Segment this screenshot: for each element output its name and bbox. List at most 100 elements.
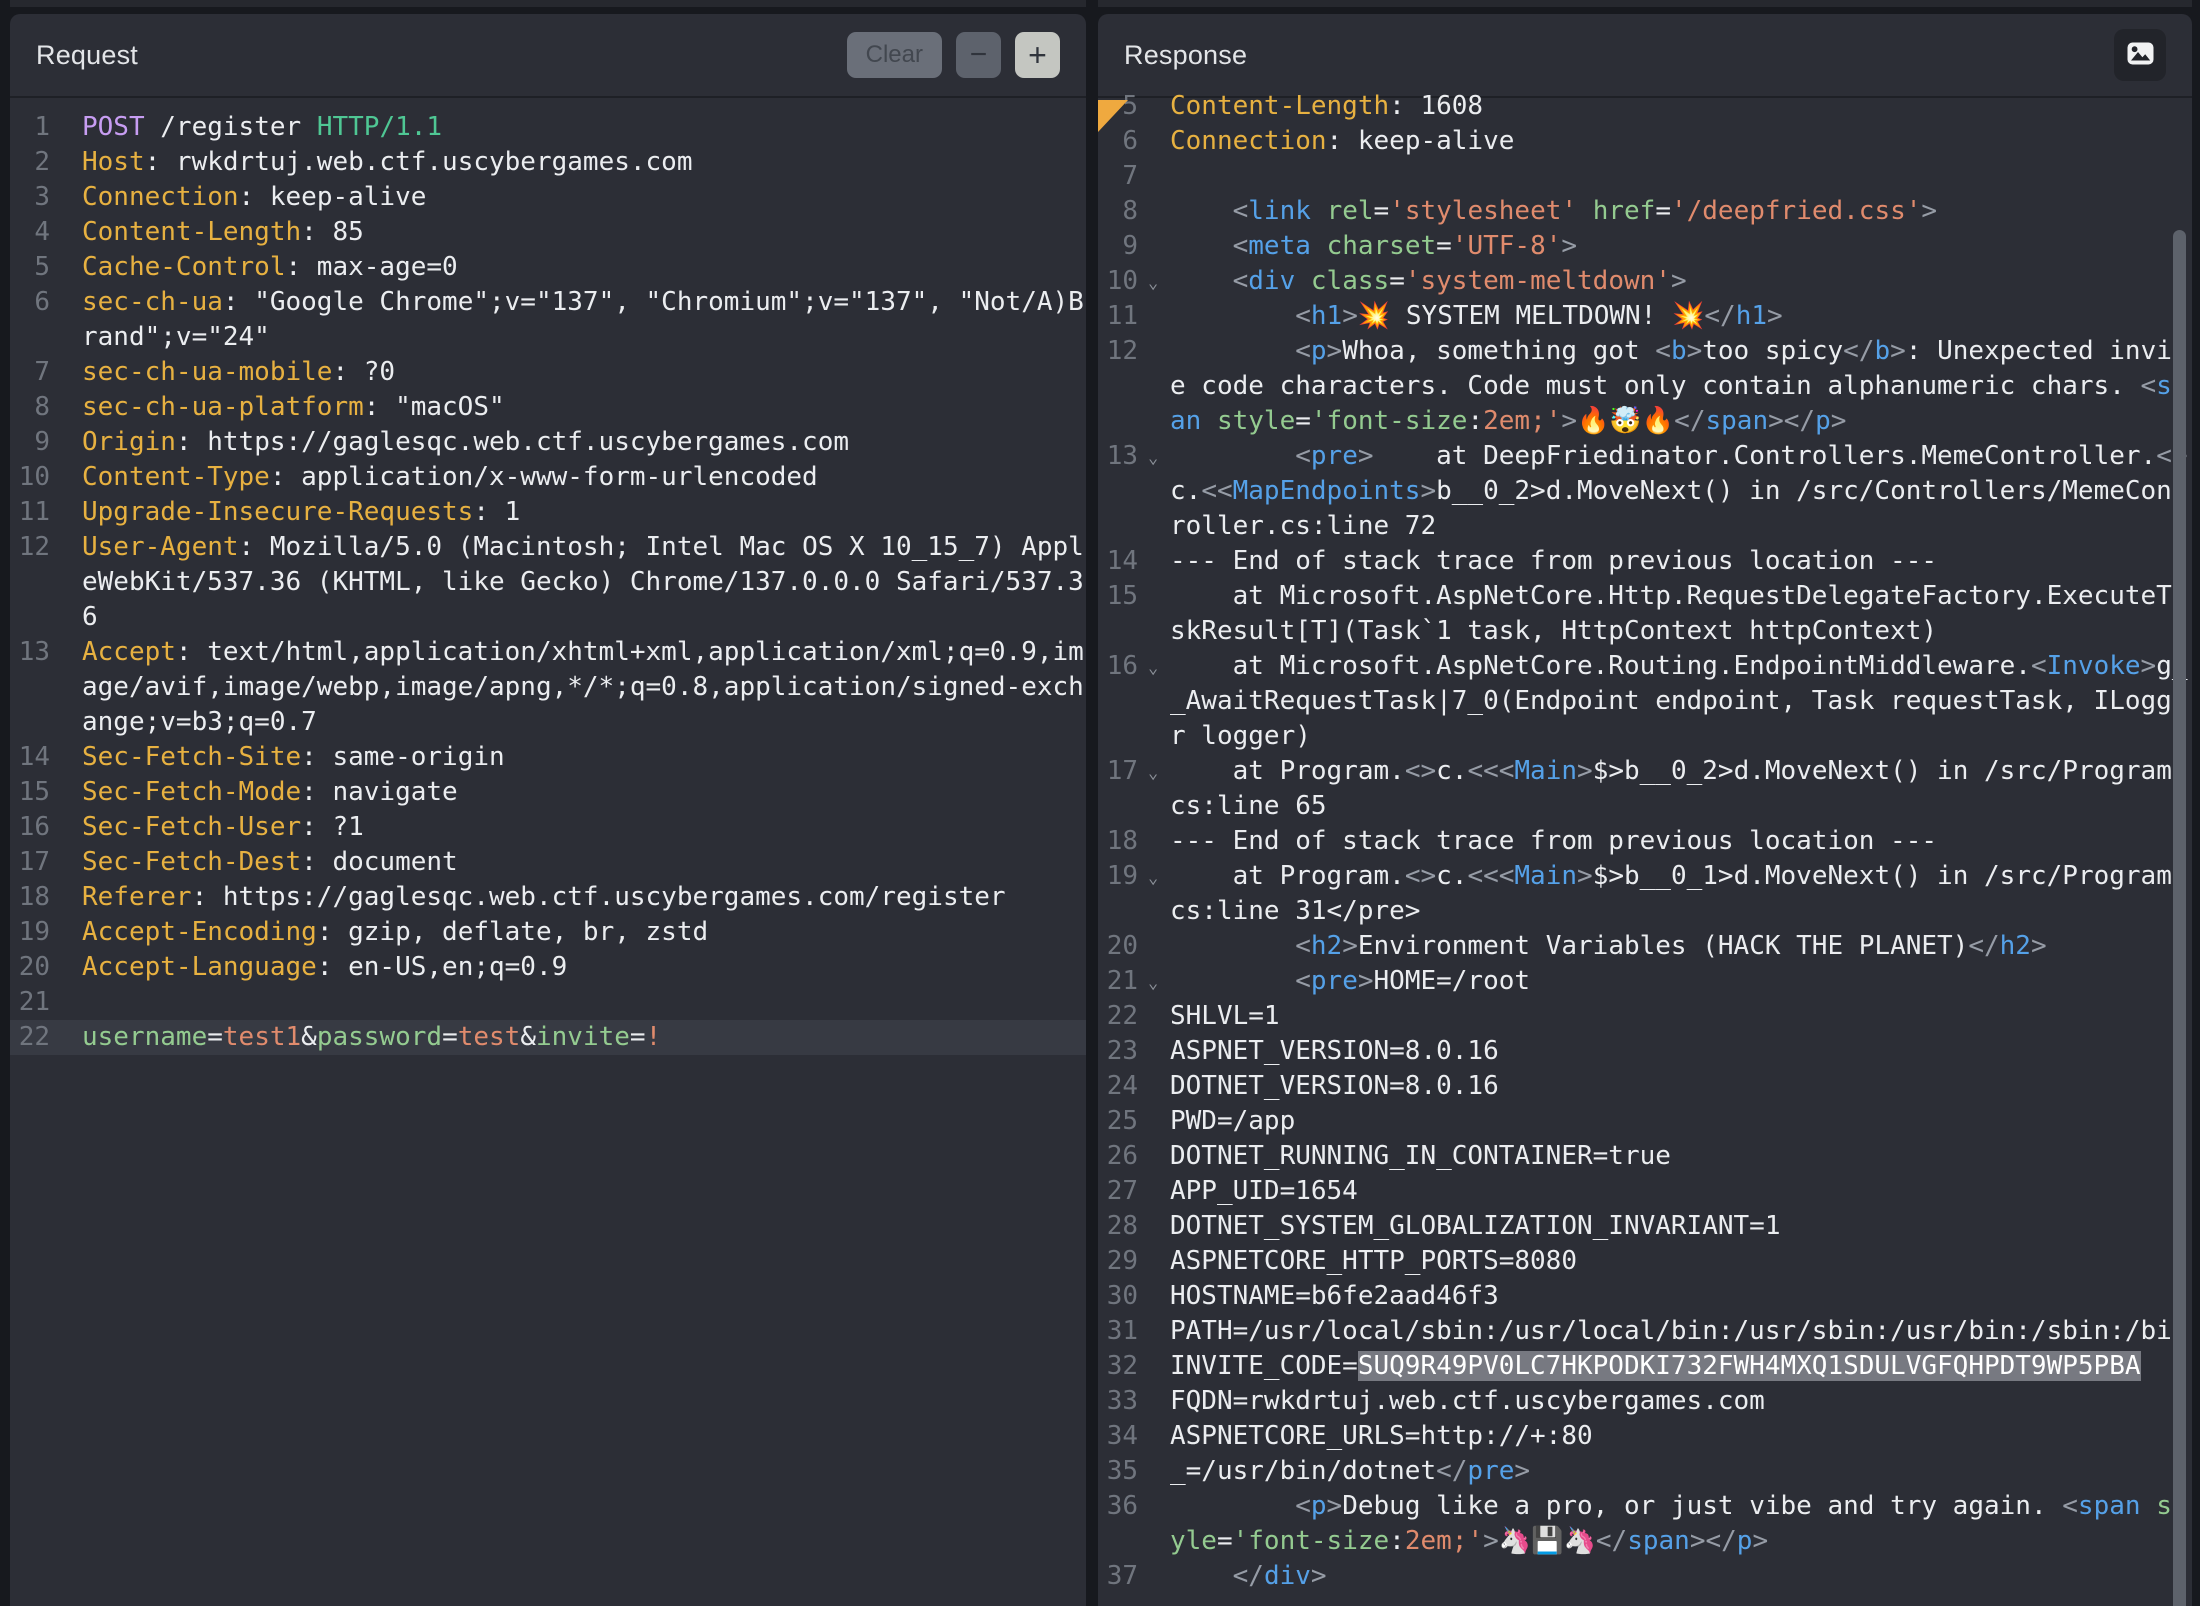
- code-line[interactable]: 10⌄ <div class='system-meltdown'>: [1098, 264, 2192, 299]
- response-viewer[interactable]: 5Content-Length: 16086Connection: keep-a…: [1098, 98, 2192, 1594]
- code-line[interactable]: 15 at Microsoft.AspNetCore.Http.RequestD…: [1098, 579, 2192, 649]
- line-number: 6: [1098, 124, 1138, 159]
- line-number: 10: [10, 460, 50, 495]
- code-line[interactable]: 18Referer: https://gaglesqc.web.ctf.uscy…: [10, 880, 1086, 915]
- code-text: ASPNETCORE_HTTP_PORTS=8080: [1170, 1244, 2192, 1279]
- code-line[interactable]: 17Sec-Fetch-Dest: document: [10, 845, 1086, 880]
- code-line[interactable]: 21⌄ <pre>HOME=/root: [1098, 964, 2192, 999]
- code-line[interactable]: 20Accept-Language: en-US,en;q=0.9: [10, 950, 1086, 985]
- line-number: 17: [10, 845, 50, 880]
- gutter: 9: [10, 425, 82, 460]
- code-text: Content-Length: 1608: [1170, 89, 2192, 124]
- code-line[interactable]: 24DOTNET_VERSION=8.0.16: [1098, 1069, 2192, 1104]
- code-line[interactable]: 19⌄ at Program.<>c.<<<Main>$>b__0_1>d.Mo…: [1098, 859, 2192, 929]
- fold-chevron-icon[interactable]: ⌄: [1138, 966, 1170, 1001]
- response-scrollbar[interactable]: [2173, 230, 2186, 1606]
- code-line[interactable]: 17⌄ at Program.<>c.<<<Main>$>b__0_2>d.Mo…: [1098, 754, 2192, 824]
- code-line[interactable]: 8sec-ch-ua-platform: "macOS": [10, 390, 1086, 425]
- line-number: 33: [1098, 1384, 1138, 1419]
- gutter: 13⌄: [1098, 439, 1170, 474]
- line-number: 28: [1098, 1209, 1138, 1244]
- code-line[interactable]: 33 FQDN=rwkdrtuj.web.ctf.uscybergames.com: [1098, 1384, 2192, 1419]
- request-title: Request: [36, 40, 138, 71]
- code-line[interactable]: 19Accept-Encoding: gzip, deflate, br, zs…: [10, 915, 1086, 950]
- clear-button[interactable]: Clear: [847, 32, 942, 78]
- code-text: --- End of stack trace from previous loc…: [1170, 824, 2192, 859]
- code-line[interactable]: 31PATH=/usr/local/sbin:/usr/local/bin:/u…: [1098, 1314, 2192, 1349]
- gutter: 33: [1098, 1384, 1170, 1419]
- line-number: 24: [1098, 1069, 1138, 1104]
- code-line[interactable]: 16Sec-Fetch-User: ?1: [10, 810, 1086, 845]
- code-line[interactable]: 3Connection: keep-alive: [10, 180, 1086, 215]
- code-line[interactable]: 9Origin: https://gaglesqc.web.ctf.uscybe…: [10, 425, 1086, 460]
- code-line[interactable]: 37 </div>: [1098, 1559, 2192, 1594]
- code-line[interactable]: 12User-Agent: Mozilla/5.0 (Macintosh; In…: [10, 530, 1086, 635]
- fold-chevron-icon[interactable]: ⌄: [1138, 861, 1170, 896]
- code-line[interactable]: 5Cache-Control: max-age=0: [10, 250, 1086, 285]
- code-text: INVITE_CODE=SUQ9R49PV0LC7HKPODKI732FWH4M…: [1170, 1349, 2192, 1384]
- code-line[interactable]: 8 <link rel='stylesheet' href='/deepfrie…: [1098, 194, 2192, 229]
- code-line[interactable]: 10Content-Type: application/x-www-form-u…: [10, 460, 1086, 495]
- line-number: 11: [1098, 299, 1138, 334]
- gutter: 19⌄: [1098, 859, 1170, 894]
- fold-chevron-icon[interactable]: ⌄: [1138, 266, 1170, 301]
- fold-chevron-icon[interactable]: ⌄: [1138, 441, 1170, 476]
- code-text: POST /register HTTP/1.1: [82, 110, 1086, 145]
- request-editor[interactable]: 1POST /register HTTP/1.12Host: rwkdrtuj.…: [10, 98, 1086, 1055]
- code-line[interactable]: 30HOSTNAME=b6fe2aad46f3: [1098, 1279, 2192, 1314]
- code-line[interactable]: 18--- End of stack trace from previous l…: [1098, 824, 2192, 859]
- code-line[interactable]: 29ASPNETCORE_HTTP_PORTS=8080: [1098, 1244, 2192, 1279]
- code-line[interactable]: 7sec-ch-ua-mobile: ?0: [10, 355, 1086, 390]
- code-line[interactable]: 14Sec-Fetch-Site: same-origin: [10, 740, 1086, 775]
- code-line[interactable]: 34ASPNETCORE_URLS=http://+:80: [1098, 1419, 2192, 1454]
- code-line[interactable]: 11Upgrade-Insecure-Requests: 1: [10, 495, 1086, 530]
- fold-chevron-icon[interactable]: ⌄: [1138, 756, 1170, 791]
- code-text: <pre> at DeepFriedinator.Controllers.Mem…: [1170, 439, 2192, 544]
- code-line[interactable]: 25PWD=/app: [1098, 1104, 2192, 1139]
- code-text: <pre>HOME=/root: [1170, 964, 2192, 999]
- code-line[interactable]: 35_=/usr/bin/dotnet</pre>: [1098, 1454, 2192, 1489]
- render-image-button[interactable]: [2114, 29, 2166, 81]
- code-line[interactable]: 23ASPNET_VERSION=8.0.16: [1098, 1034, 2192, 1069]
- code-line[interactable]: 22username=test1&password=test&invite=!: [10, 1020, 1086, 1055]
- code-line[interactable]: 15Sec-Fetch-Mode: navigate: [10, 775, 1086, 810]
- code-text: Accept: text/html,application/xhtml+xml,…: [82, 635, 1086, 740]
- decrease-font-button[interactable]: −: [956, 32, 1001, 78]
- code-text: <h1>💥 SYSTEM MELTDOWN! 💥</h1>: [1170, 299, 2192, 334]
- code-line[interactable]: 21: [10, 985, 1086, 1020]
- gutter: 29: [1098, 1244, 1170, 1279]
- code-line[interactable]: 32INVITE_CODE=SUQ9R49PV0LC7HKPODKI732FWH…: [1098, 1349, 2192, 1384]
- gutter: 21: [10, 985, 82, 1020]
- gutter: 3: [10, 180, 82, 215]
- code-line[interactable]: 36 <p>Debug like a pro, or just vibe and…: [1098, 1489, 2192, 1559]
- code-line[interactable]: 22SHLVL=1: [1098, 999, 2192, 1034]
- code-line[interactable]: 20 <h2>Environment Variables (HACK THE P…: [1098, 929, 2192, 964]
- code-line[interactable]: 16⌄ at Microsoft.AspNetCore.Routing.Endp…: [1098, 649, 2192, 754]
- code-line[interactable]: 2Host: rwkdrtuj.web.ctf.uscybergames.com: [10, 145, 1086, 180]
- code-line[interactable]: 4Content-Length: 85: [10, 215, 1086, 250]
- code-text: PWD=/app: [1170, 1104, 2192, 1139]
- request-header: Request Clear − +: [10, 14, 1086, 98]
- code-line[interactable]: 14--- End of stack trace from previous l…: [1098, 544, 2192, 579]
- code-line[interactable]: 5Content-Length: 1608: [1098, 89, 2192, 124]
- code-line[interactable]: 26DOTNET_RUNNING_IN_CONTAINER=true: [1098, 1139, 2192, 1174]
- code-line[interactable]: 7: [1098, 159, 2192, 194]
- code-line[interactable]: 13⌄ <pre> at DeepFriedinator.Controllers…: [1098, 439, 2192, 544]
- code-line[interactable]: 6sec-ch-ua: "Google Chrome";v="137", "Ch…: [10, 285, 1086, 355]
- increase-font-button[interactable]: +: [1015, 32, 1060, 78]
- code-line[interactable]: 28 DOTNET_SYSTEM_GLOBALIZATION_INVARIANT=…: [1098, 1209, 2192, 1244]
- code-line[interactable]: 1POST /register HTTP/1.1: [10, 110, 1086, 145]
- code-line[interactable]: 6Connection: keep-alive: [1098, 124, 2192, 159]
- line-number: 18: [10, 880, 50, 915]
- code-text: FQDN=rwkdrtuj.web.ctf.uscybergames.com: [1170, 1384, 2192, 1419]
- line-number: 19: [1098, 859, 1138, 894]
- code-line[interactable]: 12 <p>Whoa, something got <b>too spicy</…: [1098, 334, 2192, 439]
- code-line[interactable]: 11 <h1>💥 SYSTEM MELTDOWN! 💥</h1>: [1098, 299, 2192, 334]
- fold-chevron-icon[interactable]: ⌄: [1138, 651, 1170, 686]
- code-line[interactable]: 9 <meta charset='UTF-8'>: [1098, 229, 2192, 264]
- code-text: PATH=/usr/local/sbin:/usr/local/bin:/usr…: [1170, 1314, 2192, 1349]
- line-number: 12: [1098, 334, 1138, 369]
- code-line[interactable]: 27APP_UID=1654: [1098, 1174, 2192, 1209]
- code-text: DOTNET_SYSTEM_GLOBALIZATION_INVARIANT=1: [1170, 1209, 2192, 1244]
- code-line[interactable]: 13Accept: text/html,application/xhtml+xm…: [10, 635, 1086, 740]
